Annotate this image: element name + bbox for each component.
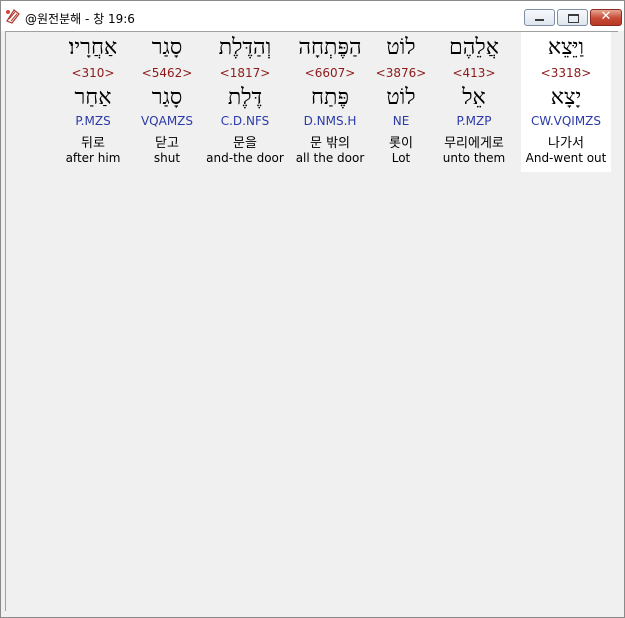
minimize-icon	[535, 19, 544, 21]
word-column[interactable]: וַיֵּצֵא <3318> יָצָא CW.VQIMZS 나가서 And-…	[521, 32, 611, 172]
hebrew-word: סָגַר	[151, 35, 183, 60]
word-column[interactable]: לוֹט <3876> לוֹט NE 롯이 Lot	[372, 32, 430, 172]
hebrew-lemma: אַחַר	[74, 85, 112, 110]
strong-number[interactable]: <6607>	[288, 66, 372, 80]
strong-number[interactable]: <5462>	[134, 66, 200, 80]
english-gloss: and-the door	[206, 151, 284, 165]
strong-number[interactable]: <3876>	[372, 66, 430, 80]
morphology-code: VQAMZS	[140, 114, 194, 128]
korean-gloss: 무리에게로	[444, 136, 504, 151]
morphology-code: P.MZS	[75, 114, 111, 128]
close-icon: ✕	[600, 9, 612, 24]
word-column[interactable]: אַחֲרָיו׃ <310> אַחַר P.MZS 뒤로 after him	[58, 32, 128, 172]
window-title: @원전분해 - 창 19:6	[25, 12, 135, 26]
maximize-button[interactable]	[557, 9, 588, 26]
word-column[interactable]: הַפֶּתְחָה <6607> פֶּתַח D.NMS.H 문 밖의 al…	[288, 32, 372, 172]
hebrew-lemma: דֶּלֶת	[227, 85, 263, 110]
title-bar[interactable]: @원전분해 - 창 19:6 ✕	[1, 1, 624, 31]
hebrew-lemma: אֵל	[462, 85, 486, 110]
morphology-code: CW.VQIMZS	[530, 114, 602, 128]
strong-number[interactable]: <310>	[58, 66, 128, 80]
word-column[interactable]: אֲלֵהֶם <413> אֵל P.MZP 무리에게로 unto them	[431, 32, 517, 172]
english-gloss: after him	[65, 151, 121, 165]
hebrew-lemma: סָגַר	[151, 85, 183, 110]
morphology-code: P.MZP	[456, 114, 492, 128]
korean-gloss: 뒤로	[81, 136, 105, 151]
korean-gloss: 닫고	[155, 136, 179, 151]
word-column[interactable]: סָגַר <5462> סָגַר VQAMZS 닫고 shut	[134, 32, 200, 172]
strong-number[interactable]: <3318>	[521, 66, 611, 80]
maximize-icon	[568, 14, 579, 23]
korean-gloss: 문을	[233, 136, 257, 151]
hebrew-word: אַחֲרָיו׃	[68, 35, 118, 60]
hebrew-lemma: לוֹט	[386, 85, 416, 110]
english-gloss: unto them	[442, 151, 506, 165]
app-window: @원전분해 - 창 19:6 ✕ וַיֵּצֵא <3318> יָצָא C…	[0, 0, 625, 618]
english-gloss: Lot	[391, 151, 411, 165]
app-icon[interactable]	[5, 8, 21, 24]
word-column[interactable]: וְהַדֶּלֶת <1817> דֶּלֶת C.D.NFS 문을 and-…	[203, 32, 287, 172]
english-gloss: shut	[153, 151, 181, 165]
korean-gloss: 롯이	[389, 136, 413, 151]
window-bottom-border	[5, 611, 618, 614]
hebrew-word: וַיֵּצֵא	[547, 35, 585, 60]
minimize-button[interactable]	[524, 9, 555, 26]
strong-number[interactable]: <413>	[431, 66, 517, 80]
morphology-code: D.NMS.H	[303, 114, 357, 128]
strong-number[interactable]: <1817>	[203, 66, 287, 80]
english-gloss: And-went out	[525, 151, 607, 165]
korean-gloss: 나가서	[548, 136, 584, 151]
korean-gloss: 문 밖의	[309, 136, 350, 151]
morphology-code: NE	[392, 114, 410, 128]
hebrew-word: וְהַדֶּלֶת	[218, 35, 272, 60]
hebrew-word: אֲלֵהֶם	[449, 35, 499, 60]
morphology-code: C.D.NFS	[220, 114, 270, 128]
hebrew-lemma: פֶּתַח	[311, 85, 349, 110]
close-button[interactable]: ✕	[590, 9, 622, 26]
hebrew-word: הַפֶּתְחָה	[298, 35, 362, 60]
hebrew-word: לוֹט	[386, 35, 416, 60]
interlinear-panel[interactable]: וַיֵּצֵא <3318> יָצָא CW.VQIMZS 나가서 And-…	[5, 31, 618, 611]
english-gloss: all the door	[295, 151, 365, 165]
hebrew-lemma: יָצָא	[550, 85, 582, 110]
